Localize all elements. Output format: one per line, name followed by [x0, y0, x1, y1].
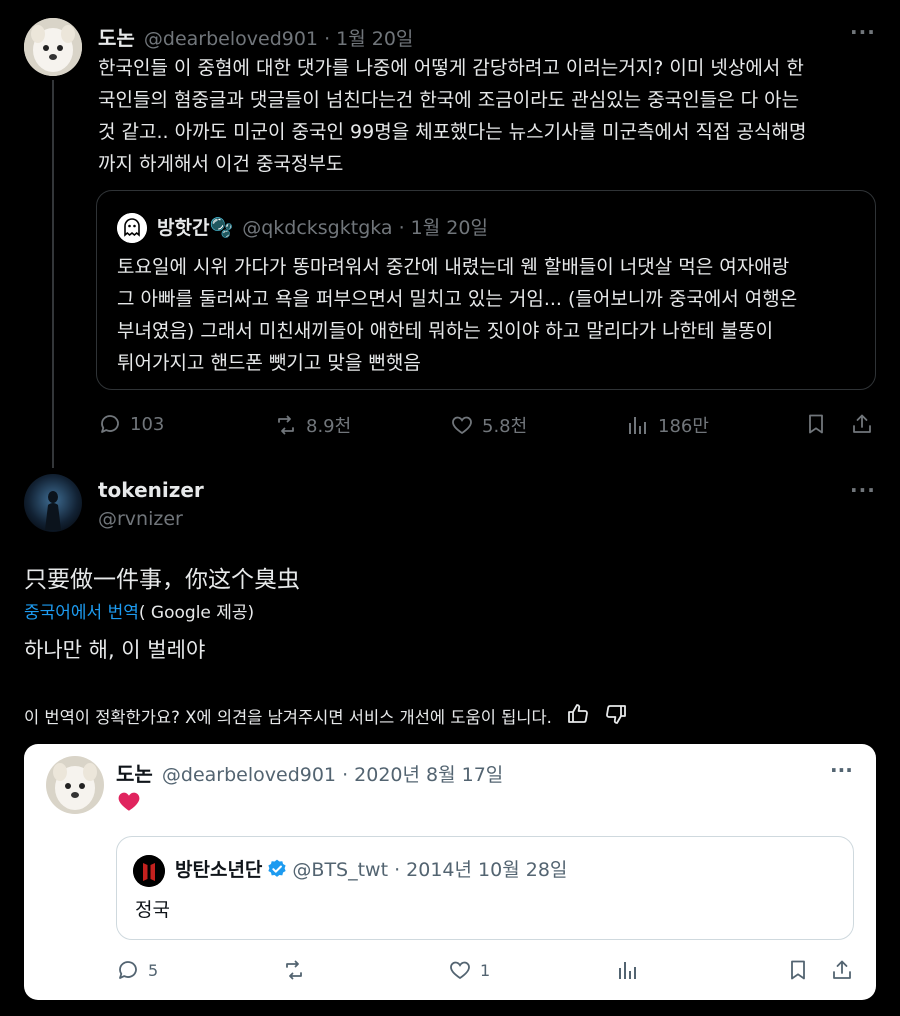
quoted-text-line: 그 아빠를 둘러싸고 욕을 퍼부으면서 밀치고 있는 거임... (들어보니까 …: [117, 288, 798, 310]
thumbs-down-icon[interactable]: [604, 702, 628, 730]
reply-count: 103: [130, 413, 165, 435]
share-icon: [853, 414, 871, 433]
embedded-quoted-handle-date: @BTS_twt · 2014년 10월 28일: [292, 859, 568, 881]
embedded-reply-count: 5: [148, 960, 159, 980]
retweet-button[interactable]: 8.9천: [274, 412, 351, 438]
views-button[interactable]: 186만: [626, 412, 709, 438]
embedded-retweet-button: [282, 958, 306, 982]
verified-badge-icon: [266, 858, 288, 880]
heart-icon: [450, 961, 470, 980]
quoted-tweet-card[interactable]: 방핫간🫧 @qkdcksgktgka · 1월 20일 토요일에 시위 가다가 …: [96, 190, 876, 390]
thumbs-up-icon[interactable]: [566, 702, 590, 730]
embedded-like-count: 1: [480, 960, 491, 980]
avatar-donon[interactable]: [24, 18, 82, 76]
tweet-original-text: 只要做一件事，你这个臭虫: [24, 567, 300, 593]
reply-button[interactable]: 103: [98, 412, 164, 436]
share-button[interactable]: [850, 412, 874, 436]
embedded-quoted-text: 정국: [135, 899, 170, 921]
bookmark-button[interactable]: [804, 412, 828, 436]
embedded-like-button: 1: [448, 958, 490, 982]
embedded-author-name: 도논: [116, 762, 153, 786]
author-name[interactable]: tokenizer: [98, 478, 204, 502]
quoted-text-line: 토요일에 시위 가다가 똥마려워서 중간에 내렸는데 웬 할배들이 너댓살 먹은…: [117, 256, 790, 278]
quoted-tweet-text: 토요일에 시위 가다가 똥마려워서 중간에 내렸는데 웬 할배들이 너댓살 먹은…: [117, 251, 867, 379]
bts-logo-avatar: [133, 855, 165, 887]
avatar-donon: [46, 756, 104, 814]
embedded-author-handle-date: @dearbeloved901 · 2020년 8월 17일: [161, 764, 504, 786]
view-count: 186만: [658, 416, 709, 437]
embedded-quoted-name: 방탄소년단: [175, 859, 263, 881]
like-count: 5.8천: [482, 416, 528, 437]
analytics-icon: [629, 417, 646, 434]
embedded-quoted-tweet: 방탄소년단 @BTS_twt · 2014년 10월 28일 정국: [116, 836, 854, 940]
avatar-ghost: [117, 213, 147, 243]
tweet-text-line: 것 같고.. 아까도 미군이 중국인 99명을 체포했다는 뉴스기사를 미군측에…: [98, 121, 807, 143]
embedded-reply-button: 5: [116, 958, 158, 982]
heart-icon: [452, 416, 472, 435]
analytics-icon: [619, 962, 636, 979]
thread-connector-line: [52, 80, 54, 468]
translate-link[interactable]: 중국어에서 번역: [24, 603, 139, 623]
embedded-tweet-image[interactable]: 도논 @dearbeloved901 · 2020년 8월 17일 ··· 방탄…: [24, 744, 876, 1000]
avatar-tokenizer[interactable]: [24, 474, 82, 532]
author-handle-date[interactable]: @dearbeloved901 · 1월 20일: [144, 28, 414, 50]
translated-text: 하나만 해, 이 벌레야: [24, 638, 206, 662]
embedded-bookmark-button: [786, 958, 810, 982]
retweet-icon: [286, 960, 302, 980]
retweet-icon: [278, 415, 294, 435]
quoted-author-name: 방핫간🫧: [157, 217, 234, 239]
reply-icon: [119, 961, 137, 979]
translate-provider: ( Google 제공): [138, 603, 255, 623]
embedded-share-button: [830, 958, 854, 982]
tweet-text-line: 한국인들 이 중혐에 대한 댓가를 나중에 어떻게 감당하려고 이러는거지? 이…: [98, 57, 804, 79]
tweet-text-line: 까지 하게해서 이건 중국정부도: [98, 153, 344, 175]
author-name[interactable]: 도논: [98, 26, 135, 50]
bookmark-icon: [809, 414, 823, 434]
reply-icon: [101, 415, 119, 433]
tweet-text: 한국인들 이 중혐에 대한 댓가를 나중에 어떻게 감당하려고 이러는거지? 이…: [98, 52, 878, 180]
like-button[interactable]: 5.8천: [450, 412, 527, 438]
tweet-text-line: 국인들의 혐중글과 댓글들이 넘친다는건 한국에 조금이라도 관심있는 중국인들…: [98, 89, 800, 111]
embedded-views-button: [616, 958, 640, 982]
more-options-icon[interactable]: ···: [850, 20, 876, 44]
more-options-icon[interactable]: ···: [850, 478, 876, 502]
red-heart-icon: [116, 788, 142, 818]
quoted-text-line: 튀어가지고 핸드폰 뺏기고 맞을 뻔햇음: [117, 352, 421, 374]
translation-feedback-prompt: 이 번역이 정확한가요? X에 의견을 남겨주시면 서비스 개선에 도움이 됩니…: [24, 708, 552, 727]
quoted-text-line: 부녀였음) 그래서 미친새끼들아 애한테 뭐하는 짓이야 하고 말리다가 나한테…: [117, 320, 774, 342]
quoted-author-handle-date: @qkdcksgktgka · 1월 20일: [242, 217, 488, 239]
bookmark-icon: [791, 960, 805, 980]
retweet-count: 8.9천: [306, 416, 352, 437]
author-handle[interactable]: @rvnizer: [98, 508, 183, 530]
more-options-icon: ···: [830, 758, 853, 782]
share-icon: [833, 960, 851, 979]
